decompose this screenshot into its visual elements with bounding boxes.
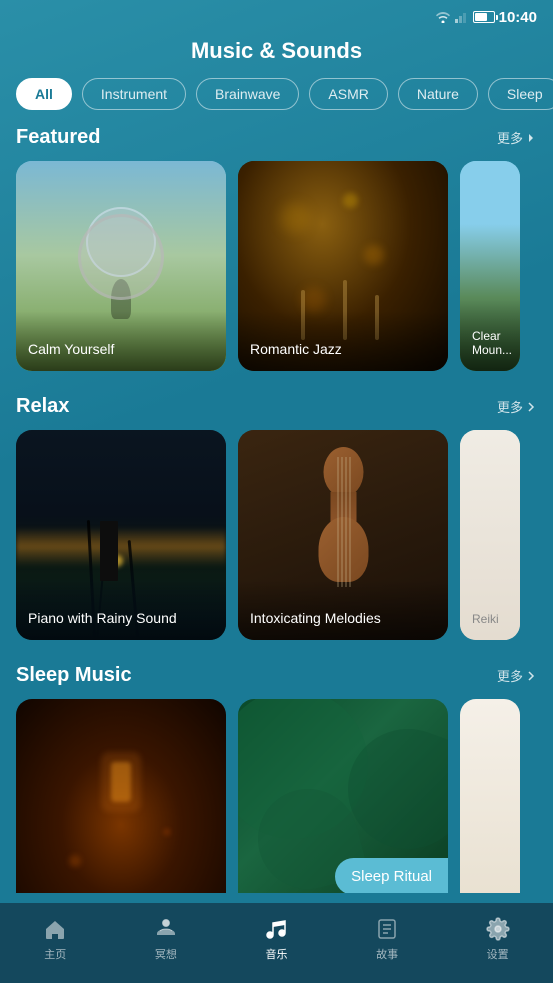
- tab-nature[interactable]: Nature: [398, 78, 478, 110]
- tab-brainwave[interactable]: Brainwave: [196, 78, 299, 110]
- music-icon: [263, 916, 289, 942]
- nav-home-label: 主页: [44, 946, 66, 962]
- bottom-nav: 主页 冥想 音乐: [0, 903, 553, 983]
- nav-stories-label: 故事: [376, 946, 398, 962]
- sleep-cards-row: Sleep Ritual: [16, 699, 537, 893]
- sleep-title: Sleep Music: [16, 664, 132, 687]
- relax-cards-row: Piano with Rainy Sound Intoxicating Melo…: [16, 430, 537, 640]
- wifi-icon: [435, 11, 451, 23]
- nav-home[interactable]: 主页: [0, 916, 111, 962]
- battery-icon: [473, 11, 495, 23]
- relax-title: Relax: [16, 395, 69, 418]
- featured-cards-row: Calm Yourself Romantic Jazz Clear Moun..…: [16, 161, 537, 371]
- card-romantic-jazz[interactable]: Romantic Jazz: [238, 161, 448, 371]
- card-reiki[interactable]: Reiki: [460, 430, 520, 640]
- signal-icon: [455, 11, 469, 23]
- card-calm-label: Calm Yourself: [16, 311, 226, 371]
- card-mountain-label: Clear Moun...: [460, 299, 520, 371]
- nav-settings-label: 设置: [487, 946, 509, 962]
- nav-music-label: 音乐: [265, 946, 287, 962]
- nav-meditation[interactable]: 冥想: [111, 916, 222, 962]
- page-title: Music & Sounds: [0, 30, 553, 78]
- nav-music[interactable]: 音乐: [221, 916, 332, 962]
- tab-sleep[interactable]: Sleep: [488, 78, 553, 110]
- featured-title: Featured: [16, 126, 100, 149]
- nav-stories[interactable]: 故事: [332, 916, 443, 962]
- main-content: Featured 更多 Calm Yourself: [0, 126, 553, 893]
- home-icon: [42, 916, 68, 942]
- status-icons: 10:40: [435, 9, 537, 26]
- nav-meditation-label: 冥想: [155, 946, 177, 962]
- card-reiki-label: Reiki: [460, 582, 520, 640]
- status-bar: 10:40: [0, 0, 553, 30]
- stories-icon: [374, 916, 400, 942]
- sleep-more[interactable]: 更多: [497, 666, 537, 685]
- card-piano-label: Piano with Rainy Sound: [16, 580, 226, 640]
- sleep-section-header: Sleep Music 更多: [16, 664, 537, 687]
- card-clear-mountain[interactable]: Clear Moun...: [460, 161, 520, 371]
- card-jazz-label: Romantic Jazz: [238, 311, 448, 371]
- tab-instrument[interactable]: Instrument: [82, 78, 186, 110]
- settings-icon: [485, 916, 511, 942]
- category-tabs: All Instrument Brainwave ASMR Nature Sle…: [0, 78, 553, 126]
- meditation-icon: [153, 916, 179, 942]
- tab-all[interactable]: All: [16, 78, 72, 110]
- nav-settings[interactable]: 设置: [442, 916, 553, 962]
- sleep-ritual-badge[interactable]: Sleep Ritual: [335, 858, 448, 893]
- relax-more[interactable]: 更多: [497, 397, 537, 416]
- card-violin-label: Intoxicating Melodies: [238, 580, 448, 640]
- card-sleep-2[interactable]: Sleep Ritual: [238, 699, 448, 893]
- card-calm-yourself[interactable]: Calm Yourself: [16, 161, 226, 371]
- featured-section-header: Featured 更多: [16, 126, 537, 149]
- relax-section-header: Relax 更多: [16, 395, 537, 418]
- featured-more[interactable]: 更多: [497, 128, 537, 147]
- card-sleep-1[interactable]: [16, 699, 226, 893]
- card-sleep-3[interactable]: [460, 699, 520, 893]
- card-piano-rain[interactable]: Piano with Rainy Sound: [16, 430, 226, 640]
- card-violin[interactable]: Intoxicating Melodies: [238, 430, 448, 640]
- status-time: 10:40: [499, 9, 537, 26]
- tab-asmr[interactable]: ASMR: [309, 78, 387, 110]
